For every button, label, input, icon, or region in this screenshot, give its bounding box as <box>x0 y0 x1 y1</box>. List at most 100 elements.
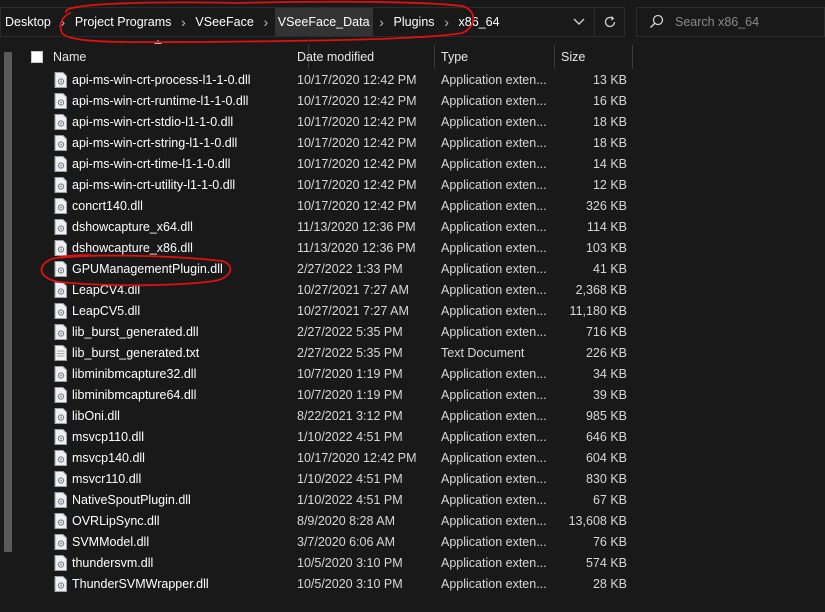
file-row[interactable]: msvcr110.dll 1/10/2022 4:51 PM Application… <box>40 469 820 490</box>
text-file-icon <box>54 345 67 361</box>
file-type: Application exten... <box>441 388 547 402</box>
file-row[interactable]: thundersvm.dll 10/5/2020 3:10 PM Applicati… <box>40 553 820 574</box>
dll-file-icon <box>54 324 67 340</box>
file-date-modified: 3/7/2020 6:06 AM <box>297 535 395 549</box>
file-size: 18 KB <box>592 115 627 129</box>
file-row[interactable]: api-ms-win-crt-utility-l1-1-0.dll 10/17/2… <box>40 175 820 196</box>
file-type: Application exten... <box>441 556 547 570</box>
file-size: 574 KB <box>585 556 627 570</box>
file-row[interactable]: NativeSpoutPlugin.dll 1/10/2022 4:51 PM Ap… <box>40 490 820 511</box>
file-name: msvcp110.dll <box>72 430 145 444</box>
file-name: api-ms-win-crt-runtime-l1-1-0.dll <box>72 94 249 108</box>
file-row[interactable]: OVRLipSync.dll 8/9/2020 8:28 AM Applicatio… <box>40 511 820 532</box>
column-header-name[interactable]: Name <box>47 45 309 69</box>
file-row[interactable]: api-ms-win-crt-time-l1-1-0.dll 10/17/2020… <box>40 154 820 175</box>
chevron-right-icon[interactable]: › <box>257 8 275 36</box>
file-size: 226 KB <box>585 346 627 360</box>
breadcrumb-vseeface-data[interactable]: VSeeFace_Data <box>274 8 373 36</box>
file-row[interactable]: SVMModel.dll 3/7/2020 6:06 AM Application … <box>40 532 820 553</box>
column-header-size[interactable]: Size <box>555 45 633 69</box>
file-name: LeapCV5.dll <box>72 304 141 318</box>
file-size: 13 KB <box>592 73 627 87</box>
file-row[interactable]: ThunderSVMWrapper.dll 10/5/2020 3:10 PM Ap… <box>40 574 820 595</box>
file-type: Application exten... <box>441 241 547 255</box>
file-size: 114 KB <box>586 220 627 234</box>
chevron-right-icon[interactable]: › <box>373 8 391 36</box>
file-row[interactable]: msvcp110.dll 1/10/2022 4:51 PM Application… <box>40 427 820 448</box>
file-date-modified: 10/17/2020 12:42 PM <box>297 199 417 213</box>
file-name: GPUManagementPlugin.dll <box>72 262 223 276</box>
file-list: api-ms-win-crt-process-l1-1-0.dll 10/17/2… <box>40 70 820 595</box>
refresh-button[interactable] <box>594 8 624 36</box>
file-row[interactable]: api-ms-win-crt-string-l1-1-0.dll 10/17/20… <box>40 133 820 154</box>
dll-file-icon <box>54 387 67 403</box>
file-size: 39 KB <box>592 388 627 402</box>
file-row[interactable]: dshowcapture_x64.dll 11/13/2020 12:36 PM A… <box>40 217 820 238</box>
breadcrumb-x86-64[interactable]: x86_64 <box>456 8 503 36</box>
file-name: api-ms-win-crt-process-l1-1-0.dll <box>72 73 251 87</box>
file-row[interactable]: lib_burst_generated.txt 2/27/2022 5:35 PM… <box>40 343 820 364</box>
column-header-date[interactable]: Date modified <box>291 45 435 69</box>
file-name: api-ms-win-crt-time-l1-1-0.dll <box>72 157 231 171</box>
column-header-type[interactable]: Type <box>435 45 555 69</box>
file-size: 41 KB <box>592 262 627 276</box>
file-name: api-ms-win-crt-stdio-l1-1-0.dll <box>72 115 234 129</box>
breadcrumb-project-programs[interactable]: Project Programs <box>72 8 175 36</box>
search-box[interactable] <box>636 7 825 37</box>
address-bar[interactable]: Desktop › Project Programs › VSeeFace › … <box>0 7 625 37</box>
address-dropdown-button[interactable] <box>564 8 594 36</box>
file-size: 76 KB <box>592 535 627 549</box>
file-name: lib_burst_generated.txt <box>72 346 200 360</box>
file-row[interactable]: api-ms-win-crt-stdio-l1-1-0.dll 10/17/202… <box>40 112 820 133</box>
file-row[interactable]: libminibmcapture64.dll 10/7/2020 1:19 PM A… <box>40 385 820 406</box>
file-size: 28 KB <box>592 577 627 591</box>
search-input[interactable] <box>675 9 820 35</box>
select-all-checkbox[interactable] <box>31 51 43 63</box>
file-type: Application exten... <box>441 136 547 150</box>
file-size: 103 KB <box>585 241 627 255</box>
chevron-right-icon[interactable]: › <box>438 8 456 36</box>
file-row[interactable]: api-ms-win-crt-runtime-l1-1-0.dll 10/17/2… <box>40 91 820 112</box>
chevron-right-icon[interactable]: › <box>54 8 72 36</box>
dll-file-icon <box>54 534 67 550</box>
file-type: Application exten... <box>441 73 547 87</box>
scrollbar-thumb[interactable] <box>4 52 12 552</box>
breadcrumb-plugins[interactable]: Plugins <box>391 8 438 36</box>
file-type: Application exten... <box>441 157 547 171</box>
file-size: 646 KB <box>585 430 627 444</box>
file-row[interactable]: GPUManagementPlugin.dll 2/27/2022 1:33 PM… <box>40 259 820 280</box>
chevron-right-icon[interactable]: › <box>174 8 192 36</box>
file-row[interactable]: dshowcapture_x86.dll 11/13/2020 12:36 PM A… <box>40 238 820 259</box>
file-row[interactable]: msvcp140.dll 10/17/2020 12:42 PM Applicati… <box>40 448 820 469</box>
breadcrumb-vseeface[interactable]: VSeeFace <box>192 8 256 36</box>
file-type: Text Document <box>441 346 525 360</box>
file-date-modified: 10/17/2020 12:42 PM <box>297 451 417 465</box>
breadcrumb-desktop[interactable]: Desktop <box>2 8 54 36</box>
file-name: ThunderSVMWrapper.dll <box>72 577 209 591</box>
address-bar-row: Desktop › Project Programs › VSeeFace › … <box>0 0 825 44</box>
file-type: Application exten... <box>441 283 547 297</box>
file-name: LeapCV4.dll <box>72 283 141 297</box>
dll-file-icon <box>54 198 67 214</box>
file-size: 18 KB <box>592 136 627 150</box>
dll-file-icon <box>54 429 67 445</box>
file-size: 14 KB <box>592 157 627 171</box>
file-date-modified: 10/17/2020 12:42 PM <box>297 157 417 171</box>
file-row[interactable]: concrt140.dll 10/17/2020 12:42 PM Applicat… <box>40 196 820 217</box>
chevron-down-icon <box>573 18 585 25</box>
file-name: dshowcapture_x86.dll <box>72 241 193 255</box>
dll-file-icon <box>54 450 67 466</box>
file-name: api-ms-win-crt-string-l1-1-0.dll <box>72 136 238 150</box>
file-row[interactable]: LeapCV4.dll 10/27/2021 7:27 AM Application… <box>40 280 820 301</box>
navigation-pane-scrollbar[interactable] <box>0 50 14 612</box>
file-row[interactable]: lib_burst_generated.dll 2/27/2022 5:35 PM… <box>40 322 820 343</box>
file-date-modified: 10/17/2020 12:42 PM <box>297 136 417 150</box>
file-row[interactable]: libminibmcapture32.dll 10/7/2020 1:19 PM A… <box>40 364 820 385</box>
file-name: api-ms-win-crt-utility-l1-1-0.dll <box>72 178 236 192</box>
file-row[interactable]: LeapCV5.dll 10/27/2021 7:27 AM Application… <box>40 301 820 322</box>
file-size: 2,368 KB <box>575 283 627 297</box>
file-size: 13,608 KB <box>568 514 627 528</box>
file-row[interactable]: api-ms-win-crt-process-l1-1-0.dll 10/17/2… <box>40 70 820 91</box>
file-name: NativeSpoutPlugin.dll <box>72 493 191 507</box>
file-row[interactable]: libOni.dll 8/22/2021 3:12 PM Application e… <box>40 406 820 427</box>
